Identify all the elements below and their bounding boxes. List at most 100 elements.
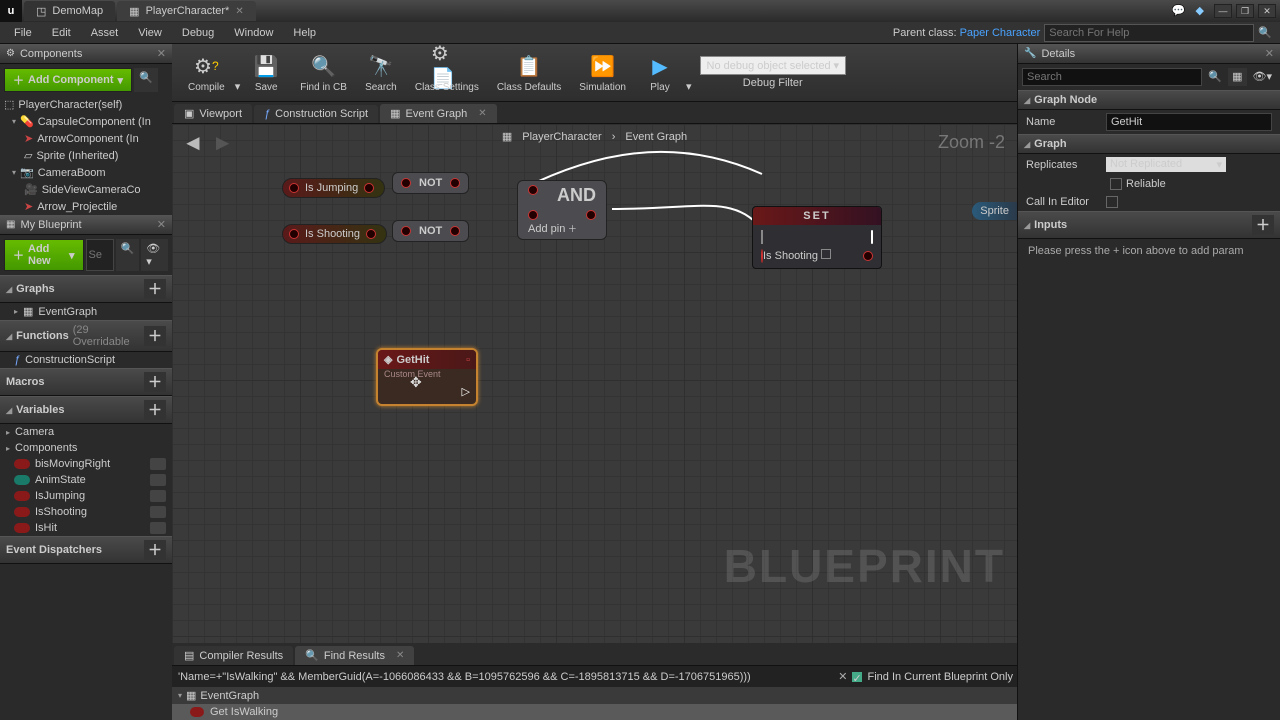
functions-section[interactable]: ◢Functions (29 Overridable＋ xyxy=(0,320,172,352)
var-row[interactable]: AnimState xyxy=(0,472,172,488)
menu-asset[interactable]: Asset xyxy=(81,25,129,41)
function-construction[interactable]: ƒConstructionScript xyxy=(0,352,172,368)
replicates-dropdown[interactable]: Not Replicated▾ xyxy=(1106,157,1226,172)
tab-playercharacter[interactable]: ▦PlayerCharacter*✕ xyxy=(117,1,256,21)
tab-compiler-results[interactable]: ▤Compiler Results xyxy=(174,646,293,665)
tab-construction-script[interactable]: ƒConstruction Script xyxy=(254,105,378,123)
node-not-2[interactable]: NOT xyxy=(392,220,469,242)
pin-exec-out[interactable] xyxy=(871,230,873,244)
add-new-button[interactable]: ＋Add New▾ xyxy=(4,239,84,271)
var-row[interactable]: IsJumping xyxy=(0,488,172,504)
close-icon[interactable]: ✕ xyxy=(157,47,166,60)
visibility-toggle[interactable] xyxy=(150,458,166,470)
node-isjumping-get[interactable]: Is Jumping xyxy=(282,178,385,198)
close-icon[interactable]: ✕ xyxy=(235,6,243,17)
compile-button[interactable]: ⚙?Compile xyxy=(180,46,233,100)
help-search-input[interactable] xyxy=(1044,24,1254,42)
add-variable-button[interactable]: ＋ xyxy=(144,400,166,420)
search-button[interactable]: 🔭Search xyxy=(357,46,405,100)
visibility-toggle[interactable] xyxy=(150,474,166,486)
search-icon[interactable]: 🔍 xyxy=(1258,26,1272,39)
close-button[interactable]: ✕ xyxy=(1258,4,1276,18)
section-inputs[interactable]: ◢Inputs＋ xyxy=(1018,211,1280,239)
pin-out[interactable] xyxy=(364,183,374,193)
add-dispatcher-button[interactable]: ＋ xyxy=(144,540,166,560)
chat-icon[interactable]: 💬 xyxy=(1172,4,1186,18)
cie-checkbox[interactable] xyxy=(1106,196,1118,208)
visibility-toggle[interactable] xyxy=(150,506,166,518)
pin-out[interactable] xyxy=(289,229,299,239)
details-search-input[interactable] xyxy=(1022,68,1202,86)
component-row[interactable]: ➤ArrowComponent (In xyxy=(0,130,172,147)
var-row[interactable]: IsHit xyxy=(0,520,172,536)
add-input-button[interactable]: ＋ xyxy=(1252,215,1274,235)
pin-out[interactable] xyxy=(289,183,299,193)
component-row[interactable]: ⬚PlayerCharacter(self) xyxy=(0,96,172,113)
pin-in[interactable] xyxy=(401,226,411,236)
var-row[interactable]: bisMovingRight xyxy=(0,456,172,472)
name-input[interactable] xyxy=(1106,113,1272,131)
chevron-down-icon[interactable]: ▾ xyxy=(686,80,692,93)
play-button[interactable]: ▶Play xyxy=(636,46,684,100)
view-options-button[interactable]: 👁▾ xyxy=(141,239,168,271)
section-graph-node[interactable]: ◢Graph Node xyxy=(1018,90,1280,110)
add-component-button[interactable]: ＋Add Component▾ xyxy=(4,68,132,92)
var-row[interactable]: IsShooting xyxy=(0,504,172,520)
pin-out[interactable] xyxy=(863,251,873,261)
find-in-cb-button[interactable]: 🔍Find in CB xyxy=(292,46,355,100)
add-graph-button[interactable]: ＋ xyxy=(144,279,166,299)
simulation-button[interactable]: ⏩Simulation xyxy=(571,46,634,100)
clear-search-button[interactable]: ✕ xyxy=(834,670,851,683)
minimize-button[interactable]: — xyxy=(1214,4,1232,18)
grid-icon[interactable]: ▦ xyxy=(502,130,512,143)
details-header[interactable]: 🔧Details✕ xyxy=(1018,44,1280,64)
component-row[interactable]: ➤Arrow_Projectile xyxy=(0,198,172,215)
pin-out[interactable] xyxy=(586,210,596,220)
menu-debug[interactable]: Debug xyxy=(172,25,224,41)
search-icon[interactable]: 🔍 xyxy=(116,239,140,271)
tab-event-graph[interactable]: ▦Event Graph✕ xyxy=(380,104,497,123)
node-and[interactable]: AND Add pin ＋ xyxy=(517,180,607,240)
components-header[interactable]: ⚙Components✕ xyxy=(0,44,172,64)
parent-class-link[interactable]: Paper Character xyxy=(960,27,1041,39)
node-gethit[interactable]: ◈GetHit▫ Custom Event ▷ ✥ xyxy=(376,348,478,406)
menu-file[interactable]: File xyxy=(4,25,42,41)
breadcrumb-root[interactable]: PlayerCharacter xyxy=(522,131,601,143)
pin-exec-in[interactable] xyxy=(761,230,763,244)
node-set-isshooting[interactable]: SET Is Shooting xyxy=(752,206,882,269)
class-defaults-button[interactable]: 📋Class Defaults xyxy=(489,46,569,100)
pin-out[interactable] xyxy=(450,178,460,188)
save-button[interactable]: 💾Save xyxy=(242,46,290,100)
mybp-search-input[interactable] xyxy=(86,239,114,271)
search-icon[interactable]: 🔍 xyxy=(1204,68,1226,86)
node-isshooting-get[interactable]: Is Shooting xyxy=(282,224,387,244)
node-sprite[interactable]: Sprite xyxy=(972,202,1017,220)
myblueprint-header[interactable]: ▦My Blueprint✕ xyxy=(0,215,172,235)
result-group[interactable]: ▾▦EventGraph xyxy=(172,687,1017,704)
add-pin-button[interactable]: Add pin ＋ xyxy=(528,222,596,235)
visibility-toggle[interactable] xyxy=(150,522,166,534)
event-graph-canvas[interactable]: ◄ ► ▦ PlayerCharacter › Event Graph Zoom… xyxy=(172,124,1017,643)
result-item[interactable]: Get IsWalking xyxy=(172,704,1017,720)
menu-help[interactable]: Help xyxy=(283,25,326,41)
close-icon[interactable]: ✕ xyxy=(478,108,486,119)
category-components[interactable]: ▸Components xyxy=(0,440,172,456)
macros-section[interactable]: Macros＋ xyxy=(0,368,172,396)
section-graph[interactable]: ◢Graph xyxy=(1018,134,1280,154)
pin-exec-out[interactable]: ▷ xyxy=(462,385,470,398)
maximize-button[interactable]: ❐ xyxy=(1236,4,1254,18)
dispatchers-section[interactable]: Event Dispatchers＋ xyxy=(0,536,172,564)
search-components-button[interactable]: 🔍 xyxy=(134,68,158,92)
component-row[interactable]: 🎥SideViewCameraCo xyxy=(0,181,172,198)
pin-in[interactable] xyxy=(401,178,411,188)
component-row[interactable]: ▾📷CameraBoom xyxy=(0,164,172,181)
pin-in[interactable] xyxy=(528,185,538,195)
pin-in[interactable] xyxy=(528,210,538,220)
close-icon[interactable]: ✕ xyxy=(1265,47,1274,60)
close-icon[interactable]: ✕ xyxy=(396,650,404,661)
tab-demomap[interactable]: ◳DemoMap xyxy=(24,1,115,21)
pin-out[interactable] xyxy=(450,226,460,236)
add-function-button[interactable]: ＋ xyxy=(144,326,166,346)
find-current-only-checkbox[interactable]: ✓ xyxy=(851,671,863,683)
graph-eventgraph[interactable]: ▸▦EventGraph xyxy=(0,303,172,320)
